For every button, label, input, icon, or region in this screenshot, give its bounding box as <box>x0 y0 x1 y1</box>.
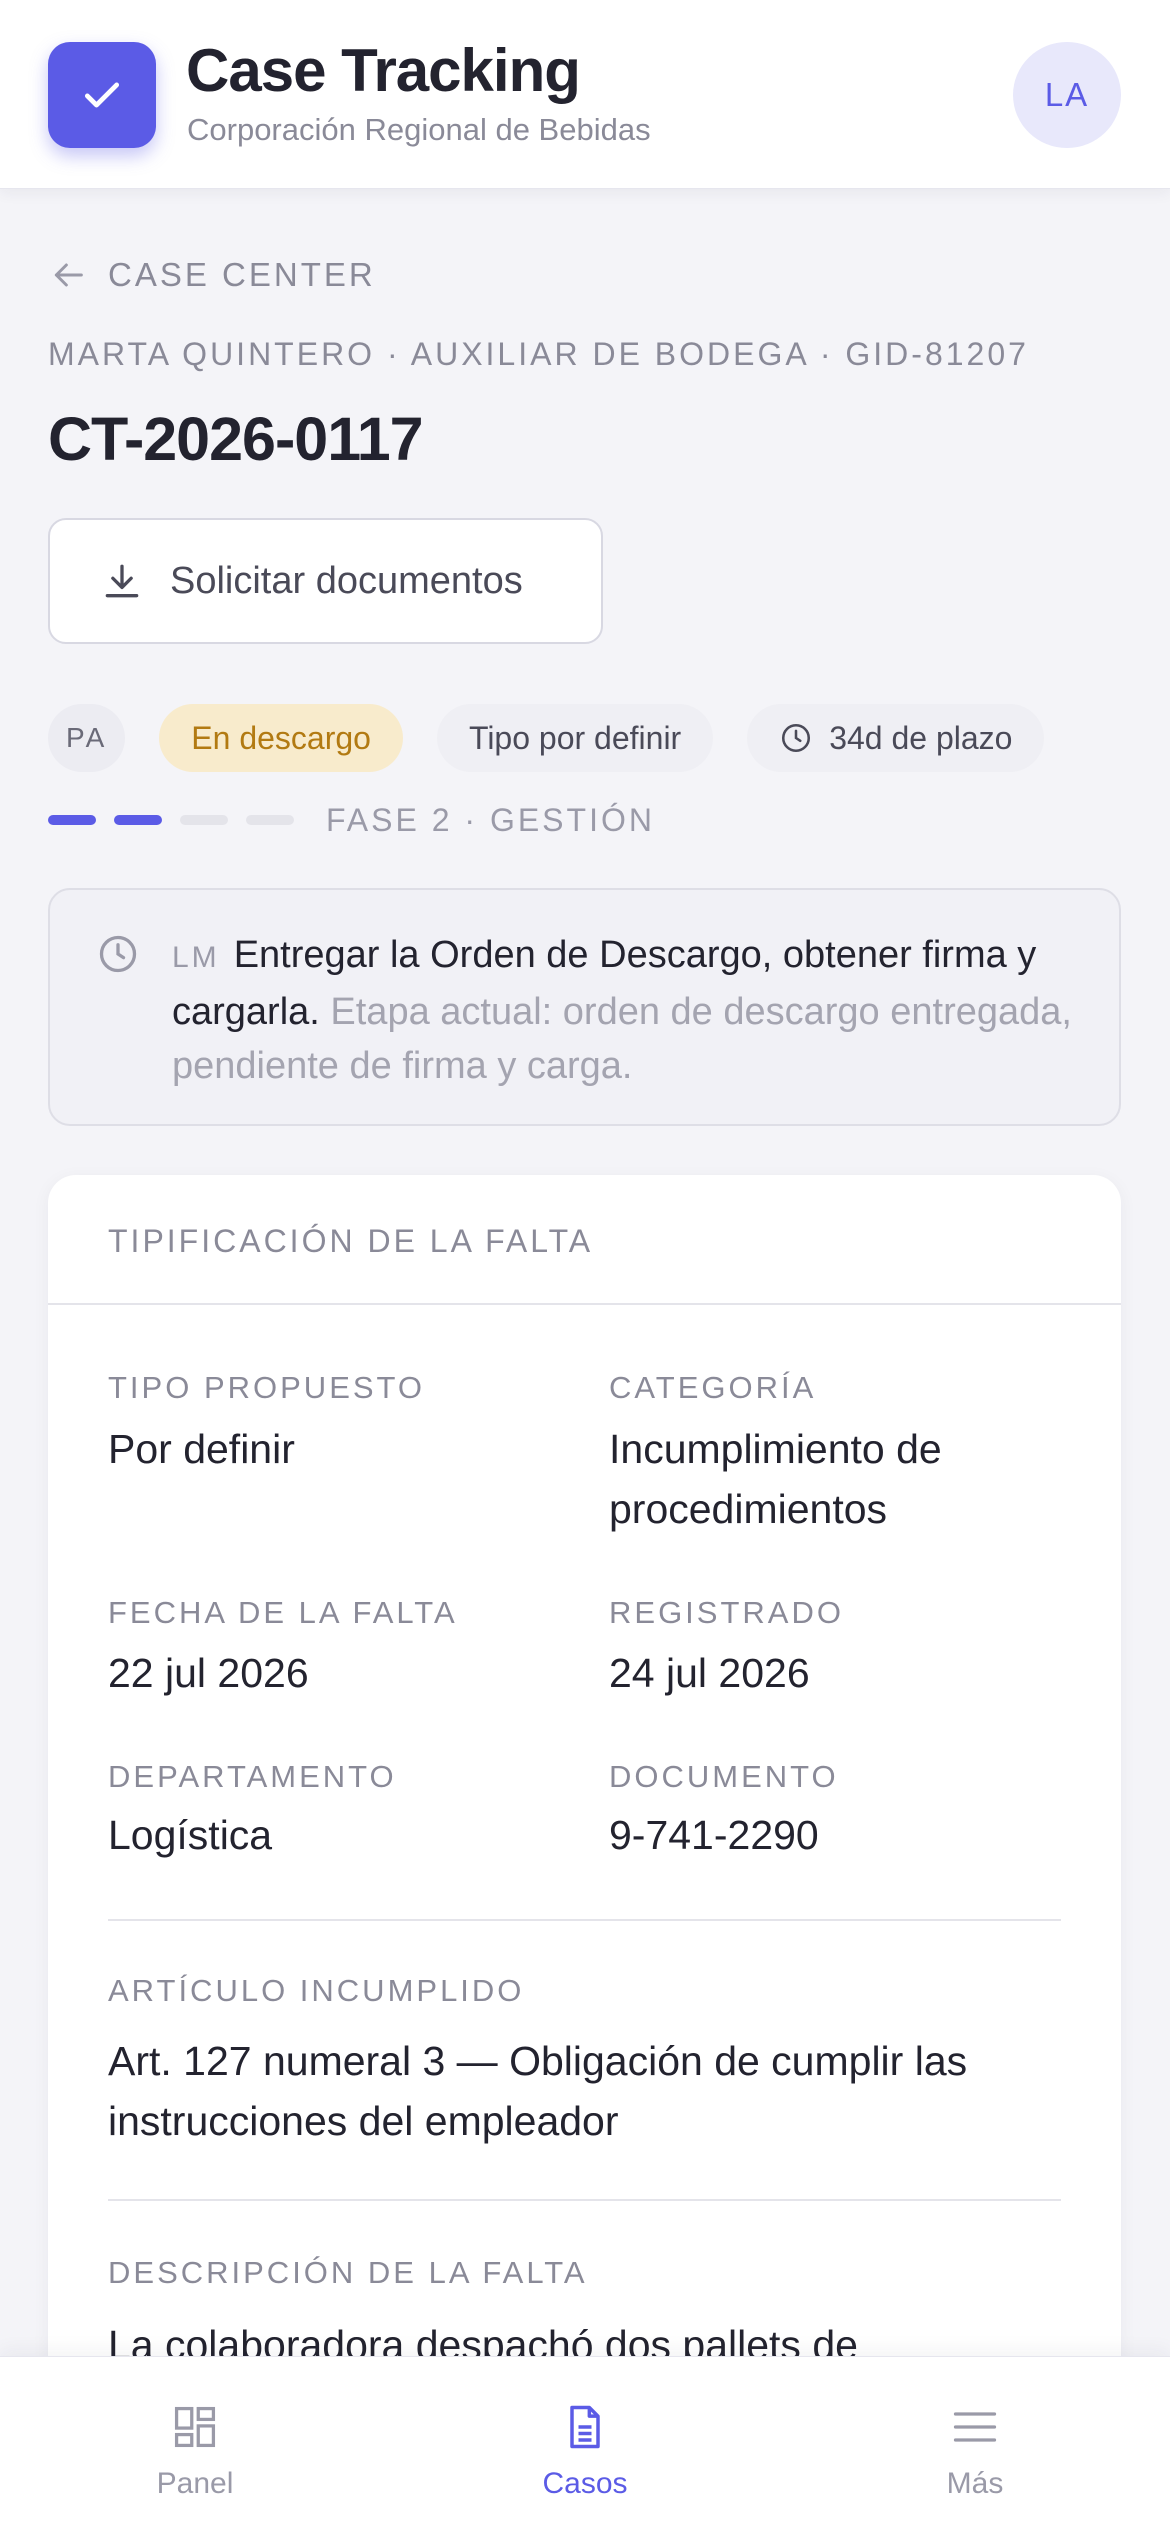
check-icon <box>84 82 120 108</box>
progress-step <box>114 815 162 825</box>
next-action-notice: LM Entregar la Orden de Descargo, obtener… <box>48 888 1121 1126</box>
type-chip: Tipo por definir <box>436 704 714 772</box>
document-icon <box>570 2405 600 2449</box>
deadline-chip: 34d de plazo <box>747 704 1045 772</box>
employee-meta: MARTA QUINTERO · AUXILIAR DE BODEGA · GI… <box>48 336 1029 372</box>
company-name: Corporación Regional de Bebidas <box>187 112 651 147</box>
back-to-case-center-link[interactable]: CASE CENTER <box>48 252 376 298</box>
registered-value: 24 jul 2026 <box>609 1650 810 1696</box>
category-value: Incumplimiento de procedimientos <box>609 1426 942 1532</box>
fault-date-value: 22 jul 2026 <box>108 1650 309 1696</box>
description-label: DESCRIPCIÓN DE LA FALTA <box>108 2255 588 2290</box>
menu-icon <box>953 2412 997 2442</box>
progress-step <box>246 815 294 825</box>
download-icon <box>105 564 139 598</box>
category-label: CATEGORÍA <box>609 1370 817 1405</box>
assignee-initials-chip: PA <box>48 704 126 772</box>
grid-icon <box>174 2406 216 2448</box>
article-value: Art. 127 numeral 3 — Obligación de cumpl… <box>108 2038 968 2144</box>
tab-mas[interactable]: Más <box>875 2401 1075 2501</box>
notice-owner-initials: LM <box>172 941 220 974</box>
deadline-label: 34d de plazo <box>829 719 1013 756</box>
bottom-tab-bar: Panel Casos Más <box>0 2356 1170 2532</box>
clock-icon <box>99 935 137 973</box>
registered-label: REGISTRADO <box>609 1595 844 1630</box>
case-chips: PA En descargo Tipo por definir 34d de p… <box>48 704 1045 772</box>
document-label: DOCUMENTO <box>609 1759 839 1794</box>
request-documents-label: Solicitar documentos <box>170 559 523 602</box>
tab-casos[interactable]: Casos <box>485 2401 685 2501</box>
app-header: Case Tracking Corporación Regional de Be… <box>0 0 1170 189</box>
user-avatar[interactable]: LA <box>1013 42 1121 148</box>
progress-step <box>48 815 96 825</box>
back-link-label: CASE CENTER <box>108 256 376 293</box>
document-value: 9-741-2290 <box>609 1812 819 1858</box>
department-label: DEPARTAMENTO <box>108 1759 397 1794</box>
notice-text: LM Entregar la Orden de Descargo, obtener… <box>172 928 1092 1093</box>
phase-label: FASE 2 · GESTIÓN <box>326 801 655 838</box>
proposed-type-label: TIPO PROPUESTO <box>108 1370 426 1405</box>
app-title: Case Tracking <box>186 37 581 104</box>
card-title: TIPIFICACIÓN DE LA FALTA <box>48 1175 1121 1305</box>
app-logo[interactable] <box>48 42 156 148</box>
article-label: ARTÍCULO INCUMPLIDO <box>108 1973 525 2008</box>
proposed-type-value: Por definir <box>108 1426 295 1472</box>
divider <box>108 2199 1061 2201</box>
status-badge: En descargo <box>159 704 403 772</box>
phase-progress: FASE 2 · GESTIÓN <box>48 800 655 840</box>
divider <box>108 1919 1061 1921</box>
fault-date-label: FECHA DE LA FALTA <box>108 1595 458 1630</box>
department-value: Logística <box>108 1812 273 1858</box>
tab-casos-label: Casos <box>542 2467 628 2500</box>
arrow-left-icon <box>54 263 83 287</box>
tab-mas-label: Más <box>946 2467 1004 2500</box>
fault-classification-card: TIPIFICACIÓN DE LA FALTA TIPO PROPUESTO … <box>48 1175 1121 2532</box>
clock-icon <box>782 723 811 753</box>
progress-step <box>180 815 228 825</box>
case-id-title: CT-2026-0117 <box>48 405 424 473</box>
request-documents-button[interactable]: Solicitar documentos <box>48 518 603 644</box>
tab-panel-label: Panel <box>156 2467 234 2500</box>
tab-panel[interactable]: Panel <box>95 2401 295 2501</box>
